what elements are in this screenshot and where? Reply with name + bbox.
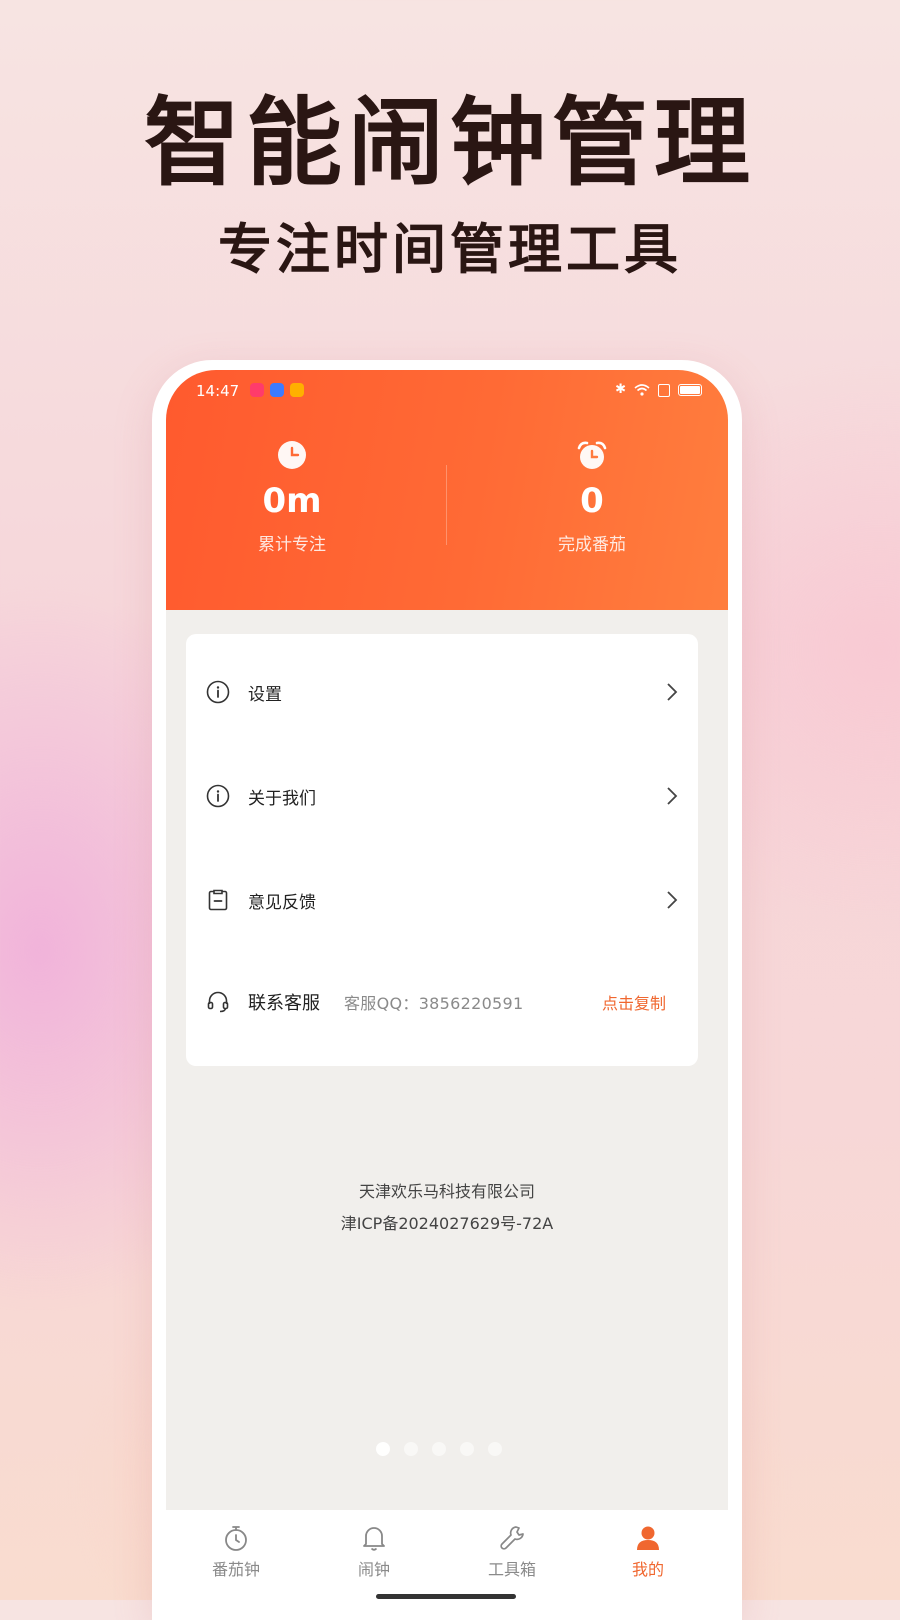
contact-label: 联系客服	[248, 993, 320, 1014]
focus-label: 累计专注	[258, 535, 326, 555]
menu-item-about[interactable]: 关于我们	[186, 744, 698, 848]
menu-item-settings[interactable]: 设置	[186, 640, 698, 744]
pomodoro-value: 0	[580, 481, 604, 521]
promo-subtitle: 专注时间管理工具	[218, 218, 682, 281]
status-bar: 14:47 ✱	[166, 370, 728, 410]
battery-icon	[678, 384, 702, 396]
phone-frame: 14:47 ✱ 0m 累计专注 0 完成番茄 设置 关于我们 意见反馈 联系客服…	[152, 360, 742, 1620]
message-app-icon	[270, 383, 284, 397]
wrench-icon	[500, 1526, 524, 1550]
page-indicator	[376, 1442, 502, 1456]
menu-item-contact: 联系客服 客服QQ：3856220591 点击复制	[186, 950, 698, 1054]
headset-icon	[207, 991, 229, 1013]
wifi-icon	[634, 384, 650, 396]
tab-alarm[interactable]: 闹钟	[314, 1524, 434, 1580]
icp-number: 津ICP备2024027629号-72A	[340, 1214, 554, 1233]
tab-label: 闹钟	[357, 1560, 390, 1579]
bell-icon	[363, 1527, 385, 1551]
contact-qq-number: 客服QQ：3856220591	[344, 994, 524, 1013]
status-right: ✱	[615, 382, 702, 398]
promo-title: 智能闹钟管理	[144, 87, 756, 199]
page-dot	[376, 1442, 390, 1456]
reward-app-icon	[290, 383, 304, 397]
bottom-tab-bar: 番茄钟 闹钟 工具箱 我的	[166, 1510, 728, 1620]
pomodoro-label: 完成番茄	[558, 535, 626, 555]
stats-header: 14:47 ✱ 0m 累计专注 0 完成番茄	[166, 370, 728, 610]
tab-pomodoro[interactable]: 番茄钟	[176, 1524, 296, 1580]
copy-qq-button[interactable]: 点击复制	[602, 990, 666, 1014]
menu-item-label: 关于我们	[248, 788, 316, 809]
menu-item-label: 意见反馈	[248, 892, 316, 913]
info-circle-icon	[206, 784, 230, 808]
page-dot	[488, 1442, 502, 1456]
menu-item-feedback[interactable]: 意见反馈	[186, 848, 698, 952]
app-screen: 14:47 ✱ 0m 累计专注 0 完成番茄 设置 关于我们 意见反馈 联系客服…	[166, 370, 728, 1620]
user-icon	[637, 1526, 659, 1550]
sim-icon	[658, 383, 670, 397]
notification-icons	[250, 383, 304, 397]
company-name: 天津欢乐马科技有限公司	[358, 1182, 535, 1201]
menu-card: 设置 关于我们 意见反馈 联系客服 客服QQ：3856220591 点击复制	[186, 634, 698, 1066]
chevron-right-icon	[667, 891, 678, 909]
chevron-right-icon	[667, 787, 678, 805]
video-app-icon	[250, 383, 264, 397]
focus-value: 0m	[262, 481, 322, 521]
tab-toolbox[interactable]: 工具箱	[452, 1524, 572, 1580]
status-time: 14:47	[196, 382, 240, 400]
clock-icon	[278, 441, 306, 469]
tab-label: 我的	[631, 1560, 664, 1579]
page-dot	[404, 1442, 418, 1456]
tab-label: 工具箱	[487, 1560, 536, 1579]
pomodoro-stat: 0 完成番茄	[472, 440, 712, 555]
bluetooth-icon: ✱	[615, 382, 626, 397]
menu-item-label: 设置	[248, 684, 282, 705]
tab-profile[interactable]: 我的	[588, 1524, 708, 1580]
feedback-clipboard-icon	[208, 889, 228, 911]
info-circle-icon	[206, 680, 230, 704]
stopwatch-icon	[225, 1526, 247, 1551]
page-dot	[432, 1442, 446, 1456]
home-indicator	[376, 1594, 516, 1599]
page-dot	[460, 1442, 474, 1456]
chevron-right-icon	[667, 683, 678, 701]
focus-stat: 0m 累计专注	[172, 440, 412, 555]
stat-divider	[446, 465, 447, 545]
tab-label: 番茄钟	[211, 1560, 260, 1579]
alarm-clock-icon	[577, 441, 607, 469]
